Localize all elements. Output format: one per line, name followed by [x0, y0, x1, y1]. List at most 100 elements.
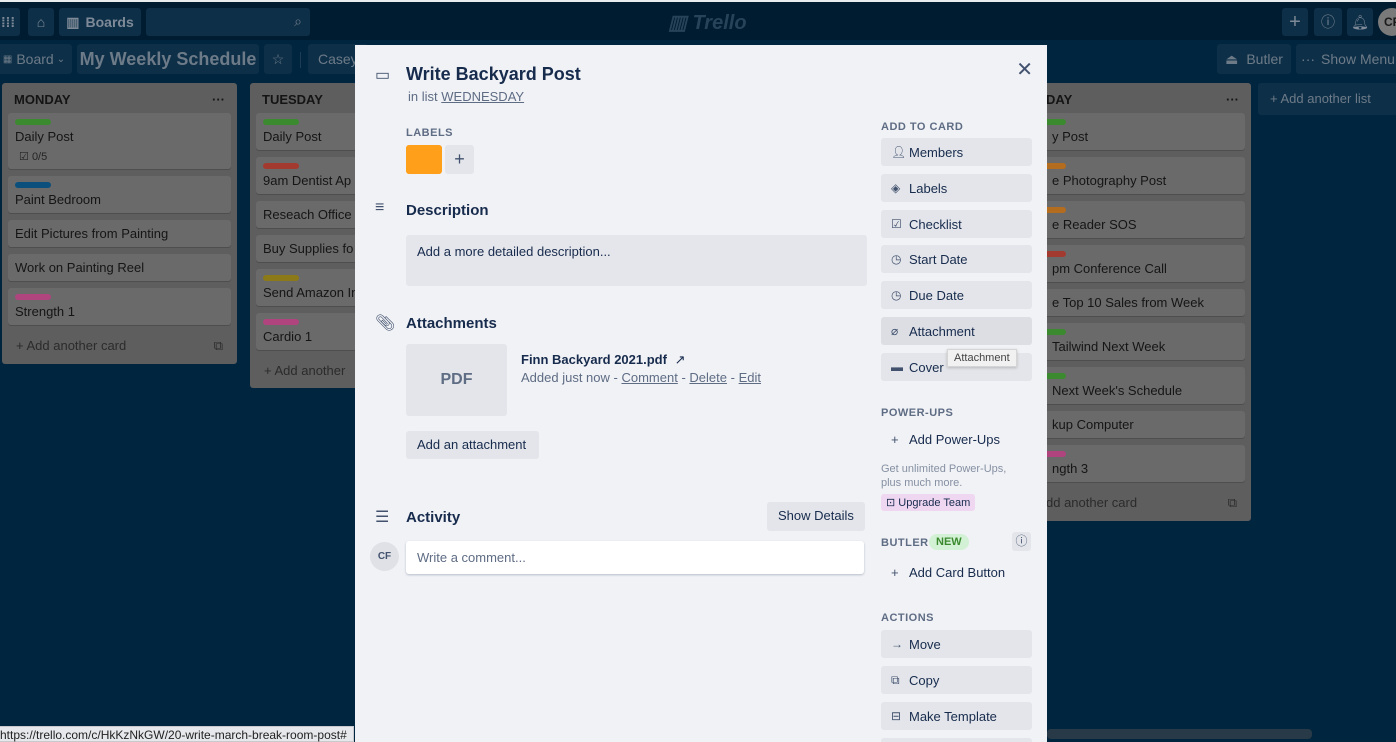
checklist-badge: ☑ 0/5: [19, 151, 48, 163]
create-button[interactable]: +: [1282, 8, 1308, 36]
new-badge: NEW: [929, 534, 969, 550]
star-button[interactable]: ☆: [264, 44, 292, 74]
due-date-button[interactable]: ◷ Due Date: [881, 281, 1032, 309]
add-card-button-butler[interactable]: + Add Card Button: [881, 565, 1005, 580]
card-label: [15, 119, 51, 125]
labels-heading: LABELS: [406, 127, 453, 139]
divider: [300, 52, 301, 68]
card[interactable]: Next Week's Schedule: [1022, 367, 1245, 404]
copy-button[interactable]: ⧉ Copy: [881, 666, 1032, 694]
home-button[interactable]: ⌂: [28, 8, 54, 36]
add-card-button[interactable]: + Add another card ⧉: [2, 332, 237, 364]
card-icon: ▭: [375, 67, 391, 84]
card[interactable]: ngth 3: [1022, 445, 1245, 482]
card[interactable]: Cardio 1: [256, 313, 364, 350]
attachments-heading: Attachments: [406, 315, 497, 332]
attachment-comment-link[interactable]: Comment: [621, 370, 677, 385]
card[interactable]: Work on Painting Reel: [8, 254, 231, 281]
card[interactable]: Daily Post: [256, 113, 364, 150]
paperclip-icon: ⌀: [891, 324, 899, 338]
top-nav-bar: ⁞⁞⁞ ⌂ ▥ Boards ⌕ ▥ Trello + ⓘ 🔔︎ CF: [0, 0, 1396, 40]
move-button[interactable]: → Move: [881, 630, 1032, 658]
start-date-button[interactable]: ◷ Start Date: [881, 245, 1032, 273]
board-title[interactable]: My Weekly Schedule: [77, 44, 259, 74]
card[interactable]: Tailwind Next Week: [1022, 323, 1245, 360]
upgrade-team-button[interactable]: ⊡ Upgrade Team: [881, 494, 976, 511]
card-title[interactable]: Write Backyard Post: [406, 64, 581, 85]
plus-icon: +: [1289, 10, 1301, 33]
labels-button[interactable]: ◈ Labels: [881, 174, 1032, 202]
card[interactable]: e Reader SOS: [1022, 201, 1245, 238]
commenter-avatar[interactable]: CF: [370, 542, 399, 571]
add-label-button[interactable]: +: [445, 145, 474, 174]
add-list-button[interactable]: + Add another list: [1258, 83, 1396, 115]
list-menu-icon[interactable]: ···: [1226, 92, 1239, 107]
attachment-delete-link[interactable]: Delete: [689, 370, 727, 385]
card[interactable]: Reseach Office: [256, 201, 364, 228]
checklist-button[interactable]: ☑ Checklist: [881, 210, 1032, 238]
boards-button[interactable]: ▥ Boards: [59, 8, 141, 36]
list-monday: MONDAY ··· Daily Post ☑ 0/5 Paint Bedroom…: [2, 83, 237, 364]
person-icon: 👤︎: [891, 145, 907, 159]
card[interactable]: 9am Dentist Ap: [256, 157, 364, 194]
status-bar-url: https://trello.com/c/HkKzNkGW/20-write-m…: [0, 726, 354, 742]
add-power-ups-button[interactable]: + Add Power-Ups: [881, 432, 1000, 447]
butler-heading: BUTLER: [881, 537, 929, 549]
add-card-button[interactable]: + Add another: [250, 357, 370, 388]
description-icon: ≡: [375, 199, 385, 216]
list-link[interactable]: WEDNESDAY: [441, 89, 524, 104]
search-icon: ⌕: [294, 13, 302, 29]
butler-info-button[interactable]: ⓘ: [1012, 532, 1031, 551]
info-button[interactable]: ⓘ: [1314, 8, 1342, 36]
search-input[interactable]: ⌕: [146, 8, 310, 36]
home-icon: ⌂: [36, 14, 46, 30]
horizontal-scrollbar[interactable]: [1047, 729, 1312, 739]
comment-input[interactable]: Write a comment...: [406, 541, 864, 574]
card[interactable]: y Post: [1022, 113, 1245, 150]
template-icon: ⊟: [891, 709, 902, 723]
power-ups-promo: Get unlimited Power-Ups, plus much more.: [881, 463, 1007, 489]
template-icon[interactable]: ⧉: [214, 338, 223, 354]
apps-grid-button[interactable]: ⁞⁞⁞: [0, 8, 20, 36]
card-label: [15, 294, 51, 300]
card[interactable]: kup Computer: [1022, 411, 1245, 438]
show-details-button[interactable]: Show Details: [767, 502, 865, 531]
list-title[interactable]: DAY: [1046, 92, 1072, 107]
list-title[interactable]: TUESDAY: [262, 92, 323, 107]
description-input[interactable]: Add a more detailed description...: [406, 235, 867, 286]
board-view-switcher[interactable]: ▦ Board ⌄: [0, 44, 72, 74]
attachment-name[interactable]: Finn Backyard 2021.pdf ↗: [521, 352, 685, 368]
star-icon: ☆: [271, 50, 285, 67]
card[interactable]: Strength 1: [8, 288, 231, 325]
label-chip-orange[interactable]: [406, 145, 442, 174]
card[interactable]: Buy Supplies fo: [256, 235, 364, 262]
make-template-button[interactable]: ⊟ Make Template: [881, 702, 1032, 730]
clock-icon: ◷: [891, 288, 902, 302]
notifications-button[interactable]: 🔔︎: [1347, 8, 1373, 36]
card[interactable]: Daily Post ☑ 0/5: [8, 113, 231, 169]
butler-button[interactable]: ⏏ Butler: [1217, 44, 1291, 74]
show-menu-button[interactable]: ··· Show Menu: [1296, 44, 1396, 74]
list-title[interactable]: MONDAY: [14, 92, 71, 107]
add-card-button[interactable]: dd another card ⧉: [1016, 489, 1251, 521]
attachment-button[interactable]: ⌀ Attachment: [881, 317, 1032, 345]
activity-icon: ☰: [375, 509, 390, 526]
card[interactable]: e Photography Post: [1022, 157, 1245, 194]
trello-logo[interactable]: ▥ Trello: [668, 10, 747, 35]
card[interactable]: e Top 10 Sales from Week: [1022, 289, 1245, 316]
attachment-thumbnail[interactable]: PDF: [406, 344, 507, 416]
list-menu-icon[interactable]: ···: [212, 92, 225, 107]
card[interactable]: pm Conference Call: [1022, 245, 1245, 282]
add-attachment-button[interactable]: Add an attachment: [406, 431, 539, 459]
attachment-edit-link[interactable]: Edit: [739, 370, 761, 385]
attachment-tooltip: Attachment: [947, 349, 1017, 367]
close-icon[interactable]: ✕: [1016, 57, 1033, 82]
share-button-partial[interactable]: [881, 738, 1032, 742]
card[interactable]: Edit Pictures from Painting: [8, 220, 231, 247]
list-tuesday: TUESDAY Daily Post 9am Dentist Ap Reseac…: [250, 83, 370, 388]
member-avatar[interactable]: CF: [1378, 8, 1396, 36]
members-button[interactable]: 👤︎ Members: [881, 138, 1032, 166]
checklist-icon: ☑: [891, 217, 902, 231]
card[interactable]: Send Amazon In: [256, 269, 364, 306]
card[interactable]: Paint Bedroom: [8, 176, 231, 213]
